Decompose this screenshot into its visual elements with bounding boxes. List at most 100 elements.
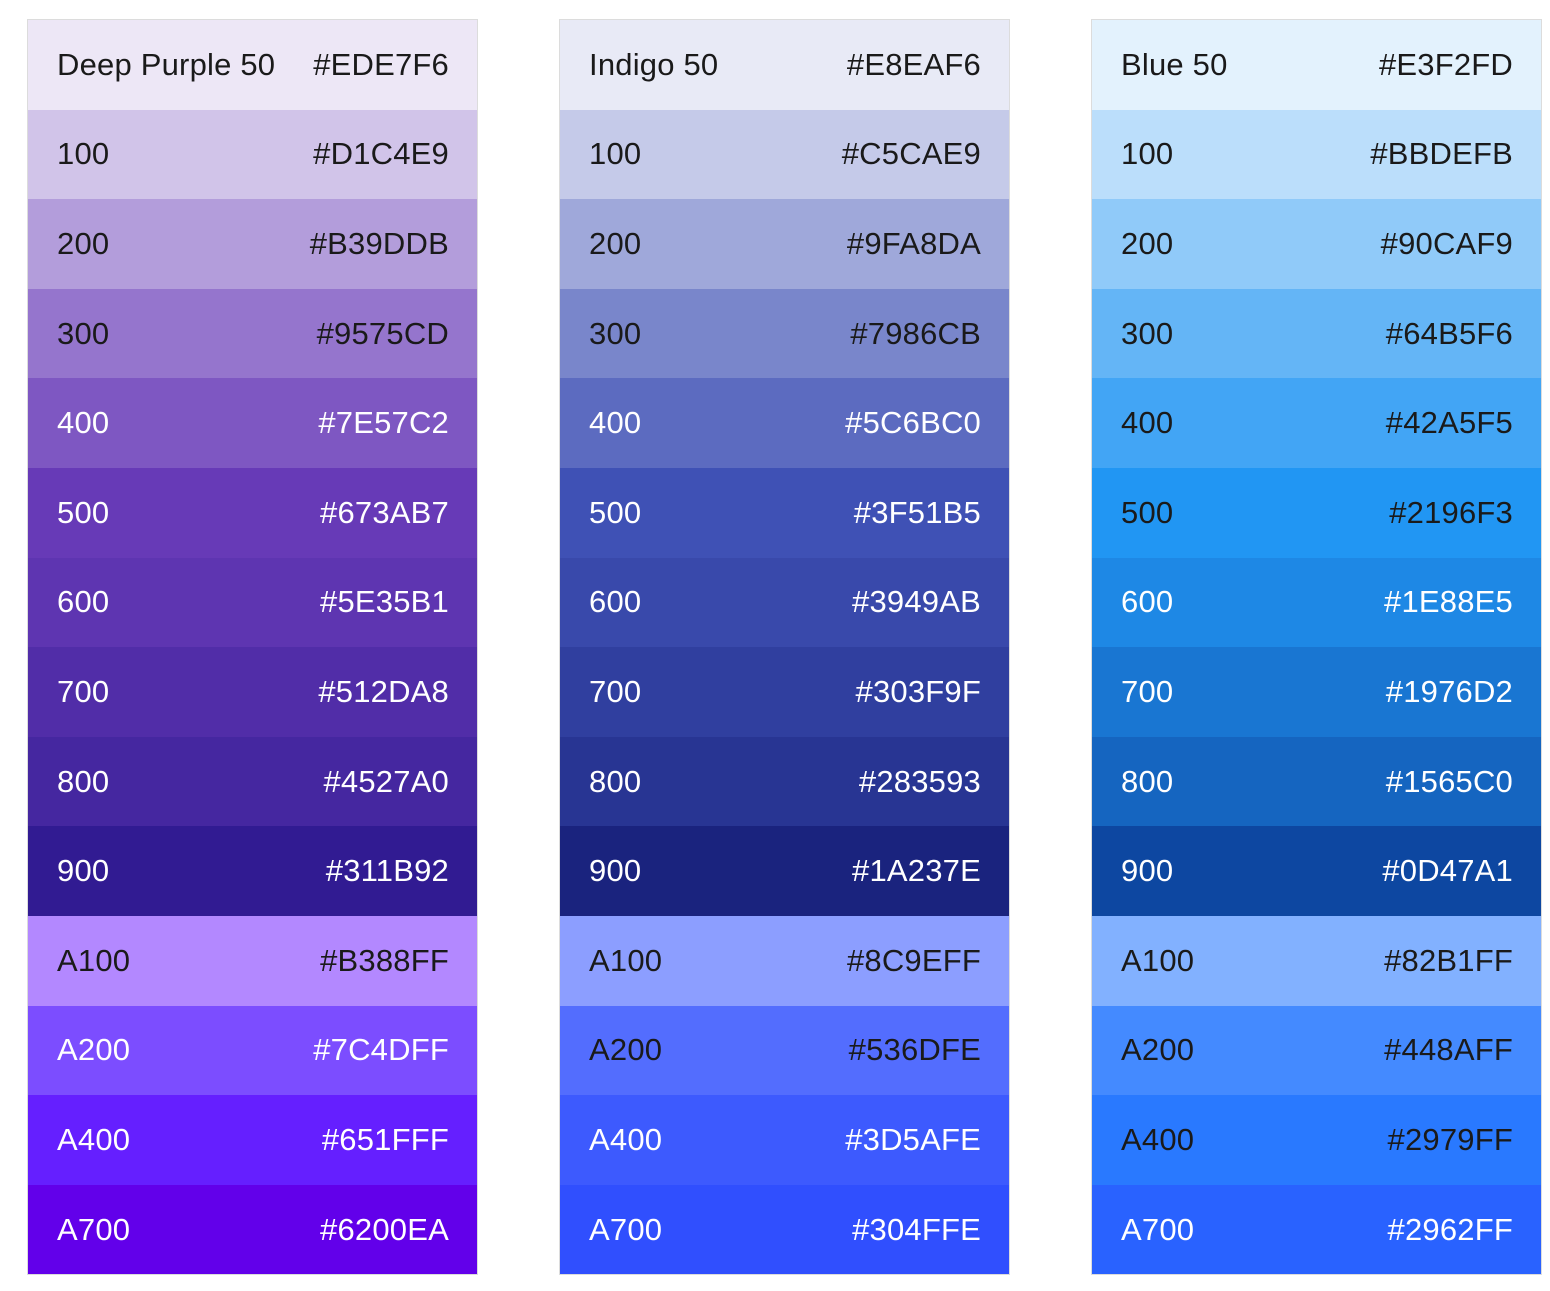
color-swatch: 200 #90CAF9 [1092, 199, 1541, 289]
swatch-shade-label: 600 [1121, 584, 1174, 620]
swatch-hex-value: #2962FF [1387, 1211, 1513, 1247]
color-swatch: 300 #64B5F6 [1092, 288, 1541, 379]
swatch-shade-label: A400 [589, 1121, 663, 1157]
swatch-hex-value: #D1C4E9 [313, 136, 449, 172]
swatch-shade-label: A200 [589, 1032, 663, 1068]
swatch-shade-label: 500 [589, 494, 642, 530]
swatch-hex-value: #304FFE [852, 1211, 981, 1247]
swatch-hex-value: #EDE7F6 [313, 46, 449, 82]
color-swatch: A100 #B388FF [28, 915, 477, 1006]
color-swatch: 500 #3F51B5 [560, 467, 1009, 558]
color-swatch: A200 #7C4DFF [28, 1005, 477, 1096]
swatch-shade-label: 100 [57, 136, 110, 172]
swatch-shade-label: A200 [1121, 1032, 1195, 1068]
swatch-shade-label: 700 [57, 673, 110, 709]
swatch-hex-value: #6200EA [320, 1211, 449, 1247]
color-swatch: 900 #311B92 [28, 826, 477, 916]
color-swatch: A100 #8C9EFF [560, 915, 1009, 1006]
swatch-shade-label: 800 [1121, 763, 1174, 799]
color-swatch: 100 #C5CAE9 [560, 109, 1009, 200]
color-swatch: 100 #BBDEFB [1092, 109, 1541, 200]
color-swatch: 600 #5E35B1 [28, 557, 477, 648]
color-swatch: Deep Purple 50 #EDE7F6 [28, 20, 477, 110]
color-swatch: 500 #2196F3 [1092, 467, 1541, 558]
swatch-hex-value: #0D47A1 [1382, 853, 1513, 889]
swatch-shade-label: 500 [57, 494, 110, 530]
swatch-hex-value: #3D5AFE [845, 1121, 981, 1157]
swatch-shade-label: 900 [589, 853, 642, 889]
swatch-shade-label: 400 [1121, 405, 1174, 441]
color-swatch: 700 #512DA8 [28, 647, 477, 737]
swatch-shade-label: A700 [1121, 1211, 1195, 1247]
swatch-shade-label: 600 [57, 584, 110, 620]
color-swatch: 100 #D1C4E9 [28, 109, 477, 200]
swatch-hex-value: #512DA8 [318, 673, 449, 709]
swatch-shade-label: 200 [1121, 225, 1174, 261]
swatch-hex-value: #1A237E [852, 853, 981, 889]
swatch-shade-label: 400 [57, 405, 110, 441]
color-swatch: A400 #2979FF [1092, 1095, 1541, 1185]
palette-indigo: Indigo 50 #E8EAF6 100 #C5CAE9 200 #9FA8DA 300 #… [559, 19, 1010, 1276]
swatch-hex-value: #64B5F6 [1385, 315, 1513, 351]
swatch-shade-label: 200 [589, 225, 642, 261]
swatch-shade-label: A200 [57, 1032, 131, 1068]
swatch-hex-value: #7E57C2 [318, 405, 449, 441]
color-swatch: 900 #1A237E [560, 826, 1009, 916]
swatch-hex-value: #90CAF9 [1380, 225, 1513, 261]
swatch-hex-value: #536DFE [848, 1032, 981, 1068]
swatch-hex-value: #448AFF [1384, 1032, 1513, 1068]
swatch-hex-value: #2979FF [1387, 1121, 1513, 1157]
color-swatch: 500 #673AB7 [28, 467, 477, 558]
swatch-hex-value: #1E88E5 [1384, 584, 1513, 620]
swatch-hex-value: #BBDEFB [1370, 136, 1513, 172]
swatch-shade-label: A100 [57, 942, 131, 978]
color-swatch: A700 #304FFE [560, 1184, 1009, 1275]
color-swatch: 700 #1976D2 [1092, 647, 1541, 737]
swatch-hex-value: #3949AB [852, 584, 981, 620]
swatch-shade-label: Deep Purple 50 [57, 46, 276, 82]
swatch-shade-label: 800 [589, 763, 642, 799]
swatch-shade-label: 100 [589, 136, 642, 172]
color-swatch: 200 #B39DDB [28, 199, 477, 289]
color-swatch: 800 #283593 [560, 736, 1009, 827]
swatch-shade-label: A700 [57, 1211, 131, 1247]
swatch-shade-label: A400 [57, 1121, 131, 1157]
swatch-hex-value: #9FA8DA [846, 225, 981, 261]
swatch-hex-value: #311B92 [325, 853, 449, 889]
color-swatch: A700 #6200EA [28, 1184, 477, 1275]
swatch-hex-value: #303F9F [855, 673, 981, 709]
swatch-hex-value: #42A5F5 [1385, 405, 1513, 441]
swatch-shade-label: A400 [1121, 1121, 1195, 1157]
color-swatch: 800 #1565C0 [1092, 736, 1541, 827]
swatch-shade-label: 800 [57, 763, 110, 799]
swatch-hex-value: #B39DDB [309, 225, 449, 261]
swatch-hex-value: #3F51B5 [853, 494, 981, 530]
swatch-hex-value: #82B1FF [1384, 942, 1513, 978]
swatch-shade-label: Indigo 50 [589, 46, 719, 82]
swatch-hex-value: #5E35B1 [320, 584, 449, 620]
swatch-shade-label: Blue 50 [1121, 46, 1228, 82]
swatch-shade-label: 600 [589, 584, 642, 620]
color-swatch: 800 #4527A0 [28, 736, 477, 827]
swatch-shade-label: A700 [589, 1211, 663, 1247]
swatch-hex-value: #9575CD [316, 315, 449, 351]
swatch-shade-label: 100 [1121, 136, 1174, 172]
swatch-shade-label: 900 [1121, 853, 1174, 889]
swatch-shade-label: 900 [57, 853, 110, 889]
color-swatch: 400 #7E57C2 [28, 378, 477, 468]
color-swatch: 400 #42A5F5 [1092, 378, 1541, 468]
color-swatch: Indigo 50 #E8EAF6 [560, 20, 1009, 110]
swatch-hex-value: #7986CB [850, 315, 981, 351]
swatch-hex-value: #2196F3 [1389, 494, 1513, 530]
swatch-hex-value: #651FFF [321, 1121, 449, 1157]
color-swatch: 300 #7986CB [560, 288, 1009, 379]
color-swatch: A200 #448AFF [1092, 1005, 1541, 1096]
swatch-hex-value: #4527A0 [323, 763, 449, 799]
swatch-shade-label: 500 [1121, 494, 1174, 530]
palette-deep-purple: Deep Purple 50 #EDE7F6 100 #D1C4E9 200 #B39DD… [27, 19, 478, 1276]
swatch-hex-value: #1976D2 [1385, 673, 1513, 709]
swatch-hex-value: #1565C0 [1385, 763, 1513, 799]
color-swatch: 200 #9FA8DA [560, 199, 1009, 289]
color-swatch: Blue 50 #E3F2FD [1092, 20, 1541, 110]
swatch-hex-value: #5C6BC0 [845, 405, 981, 441]
